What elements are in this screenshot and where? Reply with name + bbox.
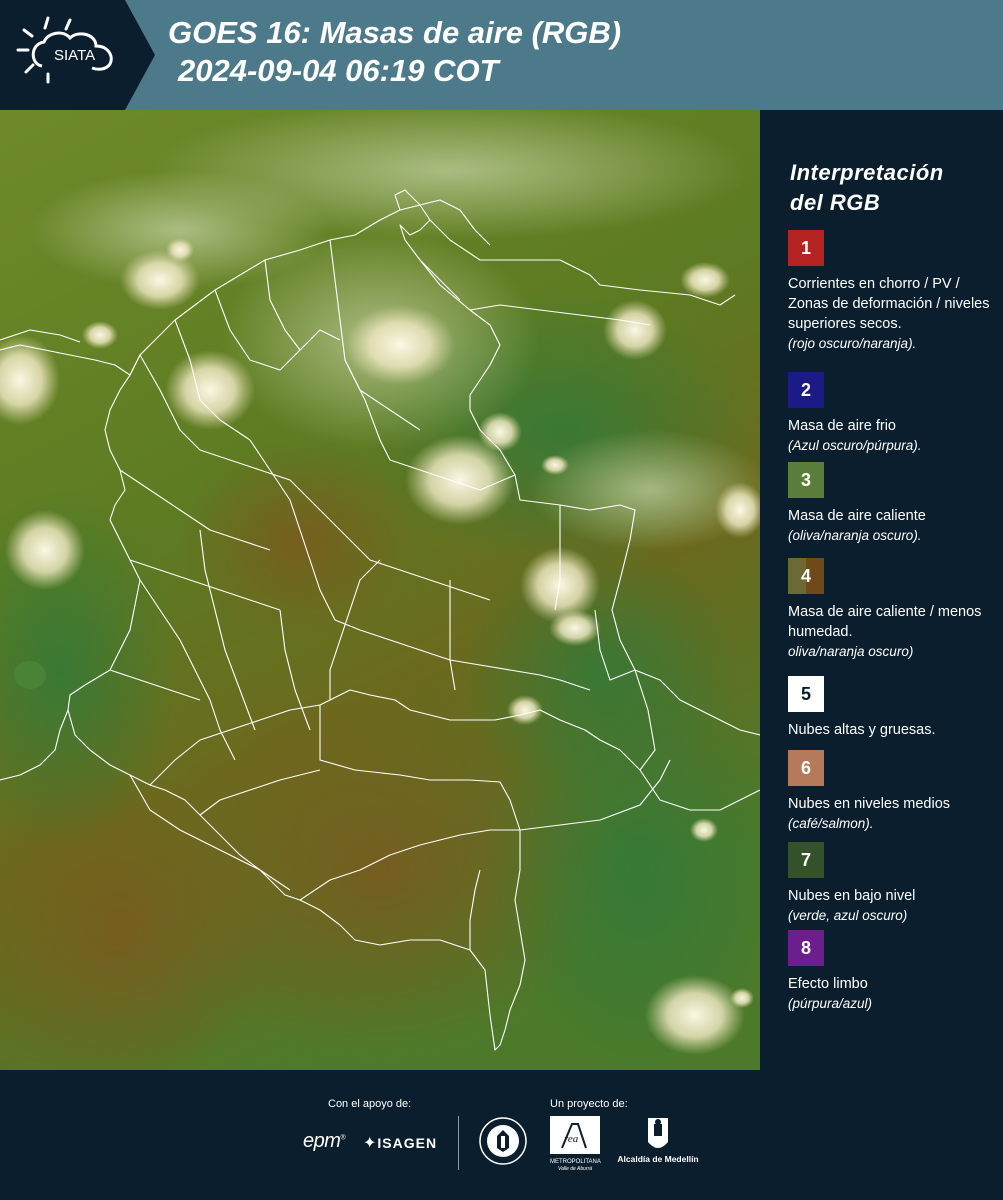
valle-text: Valle de Aburrá <box>557 1166 593 1172</box>
legend-number: 7 <box>800 850 811 870</box>
isagen-star-icon: ✦ <box>363 1135 378 1152</box>
legend-color-note: (oliva/naranja oscuro). <box>788 528 922 543</box>
legend-description: Masa de aire frio <box>788 418 896 434</box>
legend-item-8: 8 Efecto limbo (púrpura/azul) <box>788 930 998 1014</box>
legend-swatch-3: 3 <box>788 462 824 498</box>
legend-number: 1 <box>800 238 811 258</box>
legend-item-3: 3 Masa de aire caliente (oliva/naranja osc… <box>788 462 998 546</box>
legend-number: 8 <box>800 938 811 958</box>
legend-item-5: 5 Nubes altas y gruesas. <box>788 676 998 740</box>
legend-title-line-1: Interpretación <box>790 160 944 185</box>
legend-item-2: 2 Masa de aire frio (Azul oscuro/púrpura). <box>788 372 998 456</box>
support-label: Con el apoyo de: <box>328 1098 412 1110</box>
epm-logo[interactable]: epm® <box>303 1130 346 1153</box>
title-line-1: GOES 16: Masas de aire (RGB) <box>168 15 622 50</box>
legend-number: 6 <box>800 758 811 778</box>
legend-item-6: 6 Nubes en niveles medios (café/salmon). <box>788 750 998 834</box>
metropolitana-text: METROPOLITANA <box>550 1159 601 1165</box>
isagen-logo-text: ISAGEN <box>377 1135 438 1151</box>
page-title: GOES 16: Masas de aire (RGB) 2024-09-04 … <box>168 14 768 90</box>
rgb-legend: Interpretación del RGB 1 Corrientes en ch… <box>760 110 1003 1070</box>
legend-number: 3 <box>800 470 811 490</box>
legend-item-4: 4 Masa de aire caliente / menos humedad. o… <box>788 558 998 662</box>
alcaldia-text: Alcaldía de Medellín <box>617 1154 699 1164</box>
legend-description: Nubes en bajo nivel <box>788 888 916 904</box>
legend-description: Nubes altas y gruesas. <box>788 722 936 738</box>
medellin-seal-logo[interactable] <box>478 1116 528 1166</box>
legend-swatch-7: 7 <box>788 842 824 878</box>
footer-divider <box>458 1116 459 1170</box>
epm-logo-text: epm <box>303 1130 341 1152</box>
legend-color-note: (verde, azul oscuro) <box>788 908 908 923</box>
title-line-2-timestamp: 2024-09-04 06:19 COT <box>178 53 499 88</box>
legend-description: Efecto limbo <box>788 976 868 992</box>
area-metropolitana-logo[interactable]: rea METROPOLITANA Valle de Aburrá <box>550 1116 601 1172</box>
siata-logo[interactable]: SIATA <box>0 0 155 110</box>
svg-text:rea: rea <box>564 1133 579 1145</box>
legend-number: 5 <box>800 684 811 704</box>
legend-swatch-4: 4 <box>788 558 824 594</box>
legend-swatch-8: 8 <box>788 930 824 966</box>
legend-color-note: (Azul oscuro/púrpura). <box>788 438 922 453</box>
legend-swatch-1: 1 <box>788 230 824 266</box>
legend-number: 2 <box>800 380 811 400</box>
isagen-logo[interactable]: ✦ISAGEN <box>363 1133 437 1153</box>
legend-color-note: (púrpura/azul) <box>788 996 873 1011</box>
legend-number: 4 <box>800 566 811 586</box>
satellite-map[interactable] <box>0 110 760 1070</box>
legend-color-note: (rojo oscuro/naranja). <box>788 336 917 351</box>
legend-item-1: 1 Corrientes en chorro / PV / Zonas de de… <box>788 230 998 354</box>
legend-title-line-2: del RGB <box>790 190 881 215</box>
logo-text: SIATA <box>54 47 95 64</box>
legend-color-note: (café/salmon). <box>788 816 874 831</box>
legend-description: Nubes en niveles medios <box>788 796 951 812</box>
legend-description: Corrientes en chorro / PV / Zonas de def… <box>788 276 990 332</box>
legend-swatch-2: 2 <box>788 372 824 408</box>
legend-description: Masa de aire caliente <box>788 508 926 524</box>
footer: Con el apoyo de: Un proyecto de: epm® ✦I… <box>0 1070 1003 1200</box>
header: SIATA GOES 16: Masas de aire (RGB) 2024-… <box>0 0 1003 110</box>
legend-title: Interpretación del RGB <box>790 158 1000 218</box>
legend-description: Masa de aire caliente / menos humedad. <box>788 604 982 640</box>
satellite-image <box>0 110 760 1070</box>
legend-color-note: oliva/naranja oscuro) <box>788 644 914 659</box>
project-label: Un proyecto de: <box>550 1098 628 1110</box>
alcaldia-logo[interactable]: Alcaldía de Medellín <box>613 1116 703 1170</box>
legend-swatch-6: 6 <box>788 750 824 786</box>
legend-item-7: 7 Nubes en bajo nivel (verde, azul oscuro) <box>788 842 998 926</box>
legend-swatch-5: 5 <box>788 676 824 712</box>
